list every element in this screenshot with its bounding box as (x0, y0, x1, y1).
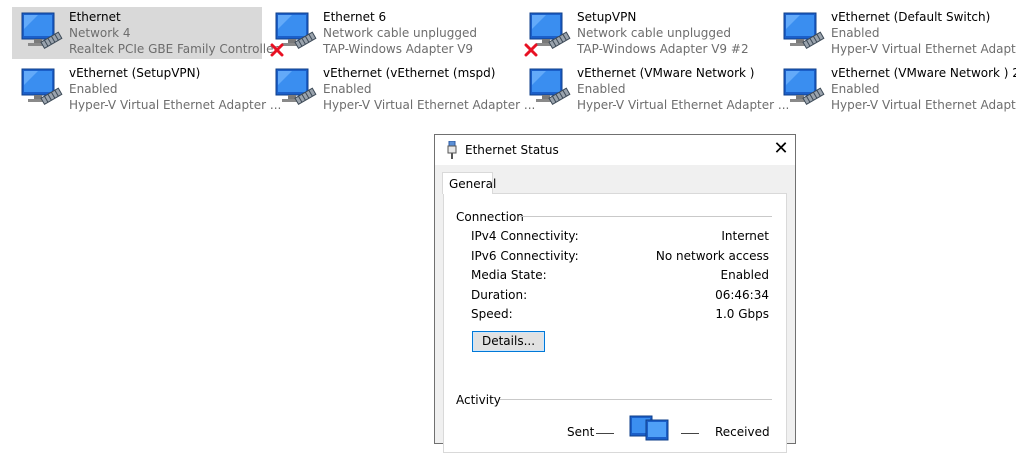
media-state-label: Media State: (471, 268, 547, 282)
adapter-device: Hyper-V Virtual Ethernet Adapter ... (69, 98, 282, 112)
row-media-state: Media State: Enabled (471, 268, 769, 284)
adapter-item-setupvpn[interactable]: SetupVPN Network cable unplugged TAP-Win… (520, 7, 770, 59)
adapter-item-vethernet-mspd[interactable]: vEthernet (vEthernet (mspd) Enabled Hype… (266, 63, 535, 115)
close-icon[interactable]: ✕ (771, 140, 791, 160)
adapter-status: Network cable unplugged (577, 26, 732, 40)
adapter-item-ethernet-6[interactable]: Ethernet 6 Network cable unplugged TAP-W… (266, 7, 516, 59)
adapter-name: SetupVPN (577, 10, 637, 24)
adapter-device: Hyper-V Virtual Ethernet Adapter ... (831, 98, 1016, 112)
network-adapter-icon (524, 67, 574, 113)
speed-value: 1.0 Gbps (715, 307, 769, 321)
adapter-status: Enabled (577, 82, 626, 96)
adapter-device: Hyper-V Virtual Ethernet Adapter ... (577, 98, 790, 112)
ipv6-value: No network access (655, 249, 769, 263)
adapter-list: Ethernet Network 4 Realtek PCIe GBE Fami… (0, 0, 1016, 120)
general-panel: Connection IPv4 Connectivity: Internet I… (443, 193, 787, 453)
adapter-name: vEthernet (SetupVPN) (69, 66, 201, 80)
speed-label: Speed: (471, 307, 513, 321)
network-adapter-disconnected-icon (524, 11, 574, 57)
activity-computers-icon (629, 415, 669, 441)
network-adapter-icon (270, 67, 320, 113)
row-ipv4: IPv4 Connectivity: Internet (471, 229, 769, 245)
adapter-name: vEthernet (Default Switch) (831, 10, 991, 24)
duration-value: 06:46:34 (715, 288, 769, 302)
media-state-value: Enabled (720, 268, 770, 282)
adapter-item-vethernet-default-switch[interactable]: vEthernet (Default Switch) Enabled Hyper… (774, 7, 1016, 59)
dialog-title: Ethernet Status (465, 143, 559, 157)
adapter-item-vethernet-vmware[interactable]: vEthernet (VMware Network ) Enabled Hype… (520, 63, 789, 115)
duration-label: Duration: (471, 288, 528, 302)
ethernet-status-dialog: Ethernet Status ✕ General Connection IPv… (434, 134, 796, 453)
ipv4-label: IPv4 Connectivity: (471, 229, 579, 243)
activity-heading: Activity (456, 393, 501, 407)
ipv6-label: IPv6 Connectivity: (471, 249, 579, 263)
adapter-item-ethernet[interactable]: Ethernet Network 4 Realtek PCIe GBE Fami… (12, 7, 278, 59)
tab-general[interactable]: General (442, 172, 496, 194)
ethernet-plug-icon (447, 141, 457, 159)
adapter-device: Hyper-V Virtual Ethernet Adapter ... (323, 98, 536, 112)
ipv4-value: Internet (721, 229, 769, 243)
adapter-status: Network cable unplugged (323, 26, 478, 40)
adapter-name: Ethernet (69, 10, 121, 24)
network-adapter-icon (16, 11, 66, 57)
network-adapter-icon (16, 67, 66, 113)
adapter-item-vethernet-setupvpn[interactable]: vEthernet (SetupVPN) Enabled Hyper-V Vir… (12, 63, 281, 115)
section-divider (520, 216, 772, 217)
row-ipv6: IPv6 Connectivity: No network access (471, 249, 769, 265)
network-adapter-icon (778, 11, 828, 57)
adapter-device: Hyper-V Virtual Ethernet Adapter (831, 42, 1016, 56)
received-dash (681, 433, 699, 434)
adapter-device: TAP-Windows Adapter V9 (323, 42, 474, 56)
row-duration: Duration: 06:46:34 (471, 288, 769, 304)
connection-heading: Connection (456, 210, 524, 224)
adapter-status: Enabled (69, 82, 118, 96)
adapter-item-vethernet-vmware-2[interactable]: vEthernet (VMware Network ) 2 Enabled Hy… (774, 63, 1016, 115)
adapter-status: Network 4 (69, 26, 131, 40)
network-adapter-icon (778, 67, 828, 113)
adapter-name: vEthernet (VMware Network ) (577, 66, 755, 80)
adapter-name: vEthernet (VMware Network ) 2 (831, 66, 1016, 80)
section-divider (500, 399, 772, 400)
adapter-device: Realtek PCIe GBE Family Controller (69, 42, 279, 56)
row-speed: Speed: 1.0 Gbps (471, 307, 769, 323)
adapter-status: Enabled (831, 26, 880, 40)
dialog-titlebar[interactable]: Ethernet Status ✕ (435, 135, 795, 165)
adapter-device: TAP-Windows Adapter V9 #2 (577, 42, 749, 56)
adapter-status: Enabled (323, 82, 372, 96)
adapter-status: Enabled (831, 82, 880, 96)
details-button[interactable]: Details... (472, 331, 545, 352)
network-adapter-disconnected-icon (270, 11, 320, 57)
sent-dash (596, 433, 614, 434)
adapter-name: Ethernet 6 (323, 10, 387, 24)
adapter-name: vEthernet (vEthernet (mspd) (323, 66, 496, 80)
